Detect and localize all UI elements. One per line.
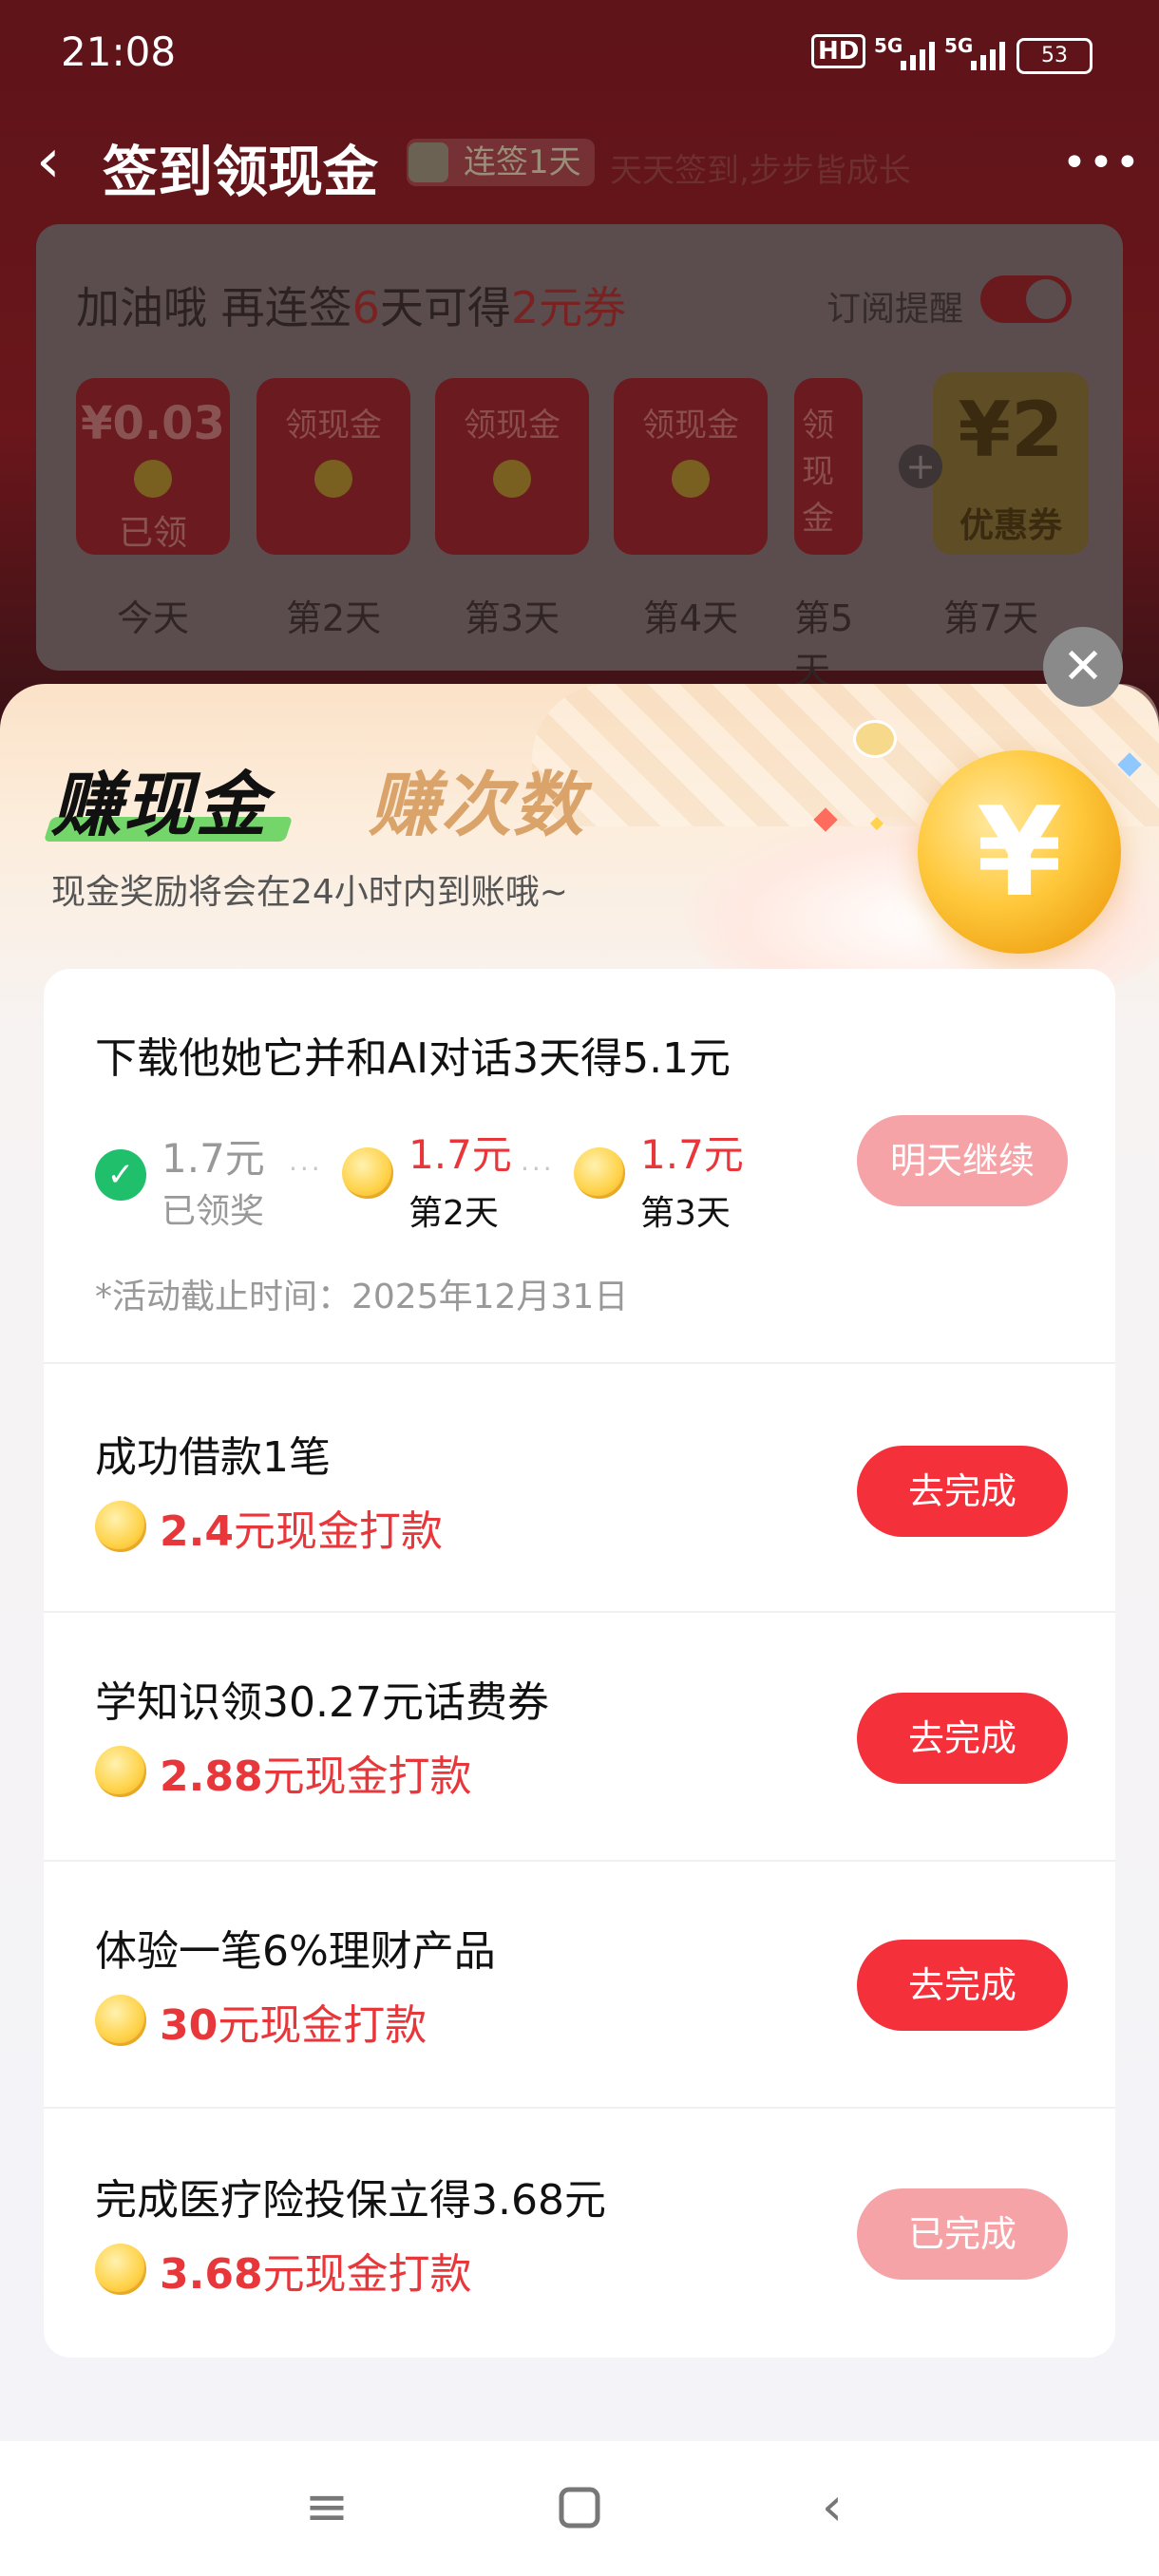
task-deadline: *活动截止时间：2025年12月31日 xyxy=(95,1278,629,1316)
tab-earn-cash[interactable]: 赚现金 xyxy=(51,748,268,850)
subscribe-label: 订阅提醒 xyxy=(826,290,964,329)
page-slogan: 天天签到,步步皆成长 xyxy=(610,152,911,190)
divider xyxy=(44,1860,1115,1862)
coin-icon xyxy=(95,1501,146,1552)
day-name: 第3天 xyxy=(464,597,560,639)
coin-icon xyxy=(314,460,352,498)
status-bar: 21:08 HD 5G 5G 53 xyxy=(0,0,1159,114)
day-pack-label: 领现金 xyxy=(464,407,560,445)
hd-icon: HD xyxy=(811,34,866,68)
reward-value: 3.68 xyxy=(160,2250,263,2299)
day-name: 第7天 xyxy=(942,597,1039,639)
back-icon[interactable]: ‹ xyxy=(794,2479,870,2536)
task-title: 完成医疗险投保立得3.68元 xyxy=(95,2176,606,2225)
task-reward: 2.4元现金打款 xyxy=(160,1497,443,1558)
status-time: 21:08 xyxy=(61,28,177,75)
step-label: 第2天 xyxy=(408,1194,499,1233)
signal-icon xyxy=(971,42,1005,70)
task-reward: 2.88元现金打款 xyxy=(160,1742,472,1803)
complete-task-button[interactable]: 去完成 xyxy=(857,1940,1068,2031)
divider xyxy=(44,2107,1115,2109)
task-reward: 30元现金打款 xyxy=(160,1991,427,2052)
sheet-subtitle: 现金奖励将会在24小时内到账哦~ xyxy=(51,873,568,912)
more-icon[interactable]: ••• xyxy=(1062,139,1140,187)
toggle-knob xyxy=(1026,279,1066,319)
day-name: 第4天 xyxy=(642,597,739,639)
reward-value: 2.4 xyxy=(160,1507,234,1556)
today-claimed-label: 已领 xyxy=(118,514,187,553)
battery-icon: 53 xyxy=(1016,38,1092,74)
coin-icon xyxy=(493,460,531,498)
close-icon[interactable]: ✕ xyxy=(1043,627,1123,707)
day-pack-label: 领现金 xyxy=(802,407,834,538)
menu-icon[interactable]: ≡ xyxy=(289,2479,365,2536)
tab-earn-times[interactable]: 赚次数 xyxy=(369,748,585,850)
day-name: 今天 xyxy=(116,597,189,639)
day-pack-label: 领现金 xyxy=(285,407,382,445)
reward-text: 元现金打款 xyxy=(262,1752,472,1801)
coin-icon xyxy=(342,1147,393,1199)
step-label: 第3天 xyxy=(640,1194,731,1233)
step-connector: ··· xyxy=(521,1153,555,1184)
day-name: 第5天 xyxy=(794,597,854,691)
divider xyxy=(44,1611,1115,1613)
headline-days: 6 xyxy=(352,282,380,333)
step-amount: 1.7元 xyxy=(408,1131,512,1178)
complete-task-button[interactable]: 去完成 xyxy=(857,1693,1068,1784)
reward-text: 元现金打款 xyxy=(262,2250,472,2299)
task-title: 体验一笔6%理财产品 xyxy=(95,1927,496,1976)
coin-icon xyxy=(134,460,172,498)
task-title: 成功借款1笔 xyxy=(95,1433,331,1482)
reward-value: 30 xyxy=(160,2001,218,2050)
coin-icon xyxy=(672,460,710,498)
plus-icon: + xyxy=(899,445,942,488)
headline-prefix: 加油哦 再连签 xyxy=(76,282,352,333)
coin-icon xyxy=(574,1147,625,1199)
continue-tomorrow-button[interactable]: 明天继续 xyxy=(857,1115,1068,1206)
day-pack-label: 领现金 xyxy=(642,407,739,445)
completed-button[interactable]: 已完成 xyxy=(857,2188,1068,2280)
step-label: 已领奖 xyxy=(162,1192,265,1231)
today-amount: ¥0.03 xyxy=(81,397,225,450)
task-title: 学知识领30.27元话费券 xyxy=(95,1678,549,1727)
checkin-headline: 加油哦 再连签6天可得2元券 xyxy=(76,274,626,336)
divider xyxy=(44,1362,1115,1364)
coin-icon xyxy=(95,2244,146,2295)
headline-mid: 天可得 xyxy=(379,282,511,333)
step-amount: 1.7元 xyxy=(162,1135,265,1182)
day-name: 第2天 xyxy=(285,597,382,639)
step-connector: ··· xyxy=(289,1153,323,1184)
reward-text: 元现金打款 xyxy=(233,1507,443,1556)
reward-value: 2.88 xyxy=(160,1752,263,1801)
back-icon[interactable]: ‹ xyxy=(36,131,89,192)
reward-text: 元现金打款 xyxy=(218,2001,428,2050)
yuan-coin-icon: ¥ xyxy=(918,750,1121,954)
small-coin-decoration xyxy=(853,720,897,758)
signal-icon xyxy=(901,42,935,70)
streak-icon xyxy=(408,142,448,182)
coin-icon xyxy=(95,1995,146,2046)
coupon-label: 优惠券 xyxy=(959,506,1062,545)
coupon-value: ¥2 xyxy=(958,386,1064,474)
step-amount: 1.7元 xyxy=(640,1131,744,1178)
coin-icon xyxy=(95,1746,146,1797)
check-icon: ✓ xyxy=(95,1149,146,1201)
task-reward: 3.68元现金打款 xyxy=(160,2240,472,2301)
headline-amount: 2元券 xyxy=(510,282,627,333)
complete-task-button[interactable]: 去完成 xyxy=(857,1446,1068,1537)
task-title: 下载他她它并和AI对话3天得5.1元 xyxy=(95,1034,732,1083)
home-icon[interactable] xyxy=(542,2479,618,2536)
page-title: 签到领现金 xyxy=(103,140,379,204)
